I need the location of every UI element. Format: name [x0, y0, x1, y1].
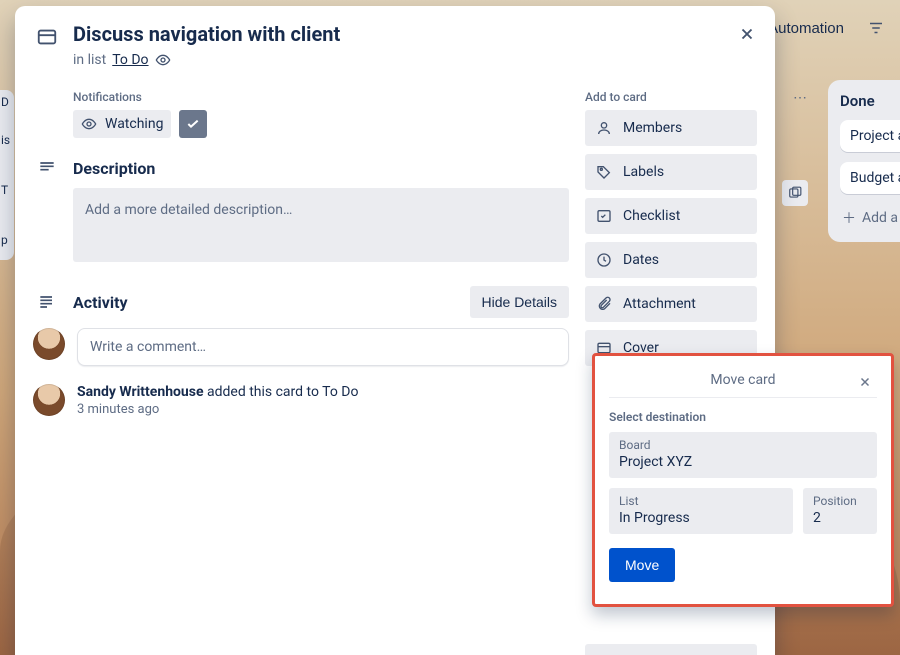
activity-action: added this card to To Do [204, 384, 359, 400]
position-select[interactable]: Position 2 [803, 488, 877, 534]
members-button[interactable]: Members [585, 110, 757, 146]
card-title[interactable]: Discuss navigation with client [73, 22, 340, 46]
card-main-column: Notifications Watching Description Add a… [33, 90, 569, 655]
card-icon [33, 22, 61, 48]
checklist-label: Checklist [623, 208, 680, 224]
attachment-button[interactable]: Attachment [585, 286, 757, 322]
description-input[interactable]: Add a more detailed description… [73, 188, 569, 262]
automation-label: Automation [768, 20, 844, 37]
user-icon [595, 119, 613, 137]
eye-icon [155, 52, 171, 68]
list-field-label: List [619, 494, 783, 508]
in-list-link[interactable]: To Do [112, 52, 148, 68]
activity-item: Sandy Writtenhouse added this card to To… [33, 384, 569, 417]
attachment-label: Attachment [623, 296, 696, 312]
activity-user[interactable]: Sandy Writtenhouse [77, 384, 204, 400]
list-title[interactable]: Done [840, 92, 900, 110]
card-location: in list To Do [73, 52, 757, 68]
add-card-button[interactable]: ＋ Add a [840, 204, 900, 232]
watching-label: Watching [105, 116, 163, 132]
card-template-icon[interactable] [782, 180, 808, 206]
avatar [33, 328, 65, 360]
activity-time[interactable]: 3 minutes ago [77, 402, 358, 417]
in-list-prefix: in list [73, 52, 106, 68]
board-field-value: Project XYZ [619, 454, 867, 470]
list-field-value: In Progress [619, 510, 783, 526]
close-modal-button[interactable] [731, 18, 763, 50]
clock-icon [595, 251, 613, 269]
watching-button[interactable]: Watching [73, 110, 171, 138]
activity-title: Activity [73, 293, 128, 312]
dates-button[interactable]: Dates [585, 242, 757, 278]
board-field-label: Board [619, 438, 867, 452]
background-list-done: Done Project ap Budget a ＋ Add a [828, 80, 900, 242]
position-field-label: Position [813, 494, 867, 508]
list-card[interactable]: Budget a [840, 162, 900, 194]
description-icon [33, 158, 61, 178]
list-card[interactable]: Project ap [840, 120, 900, 152]
move-submit-button[interactable]: Move [609, 548, 675, 582]
filter-icon[interactable] [866, 18, 886, 38]
activity-icon [33, 292, 61, 312]
dates-label: Dates [623, 252, 659, 268]
comment-input[interactable]: Write a comment… [77, 328, 569, 366]
members-label: Members [623, 120, 682, 136]
labels-label: Labels [623, 164, 664, 180]
hide-details-button[interactable]: Hide Details [470, 286, 569, 318]
description-title: Description [73, 159, 155, 178]
watching-check-badge[interactable] [179, 110, 207, 138]
position-field-value: 2 [813, 510, 867, 526]
left-column-peek: D is T p [0, 90, 14, 260]
paperclip-icon [595, 295, 613, 313]
popover-close-button[interactable] [853, 370, 877, 394]
move-card-popover: Move card Select destination Board Proje… [592, 353, 894, 607]
avatar [33, 384, 65, 416]
popover-title: Move card [710, 372, 775, 388]
eye-icon [81, 116, 97, 132]
checklist-button[interactable]: Checklist [585, 198, 757, 234]
list-menu-icon[interactable]: ⋯ [785, 90, 815, 114]
add-to-card-label: Add to card [585, 90, 757, 104]
checklist-icon [595, 207, 613, 225]
move-button[interactable]: Move [585, 644, 757, 655]
list-select[interactable]: List In Progress [609, 488, 793, 534]
board-select[interactable]: Board Project XYZ [609, 432, 877, 478]
plus-icon: ＋ [842, 208, 856, 228]
tag-icon [595, 163, 613, 181]
add-card-label: Add a [862, 210, 898, 226]
notifications-label: Notifications [73, 90, 569, 104]
select-destination-label: Select destination [609, 410, 877, 424]
labels-button[interactable]: Labels [585, 154, 757, 190]
